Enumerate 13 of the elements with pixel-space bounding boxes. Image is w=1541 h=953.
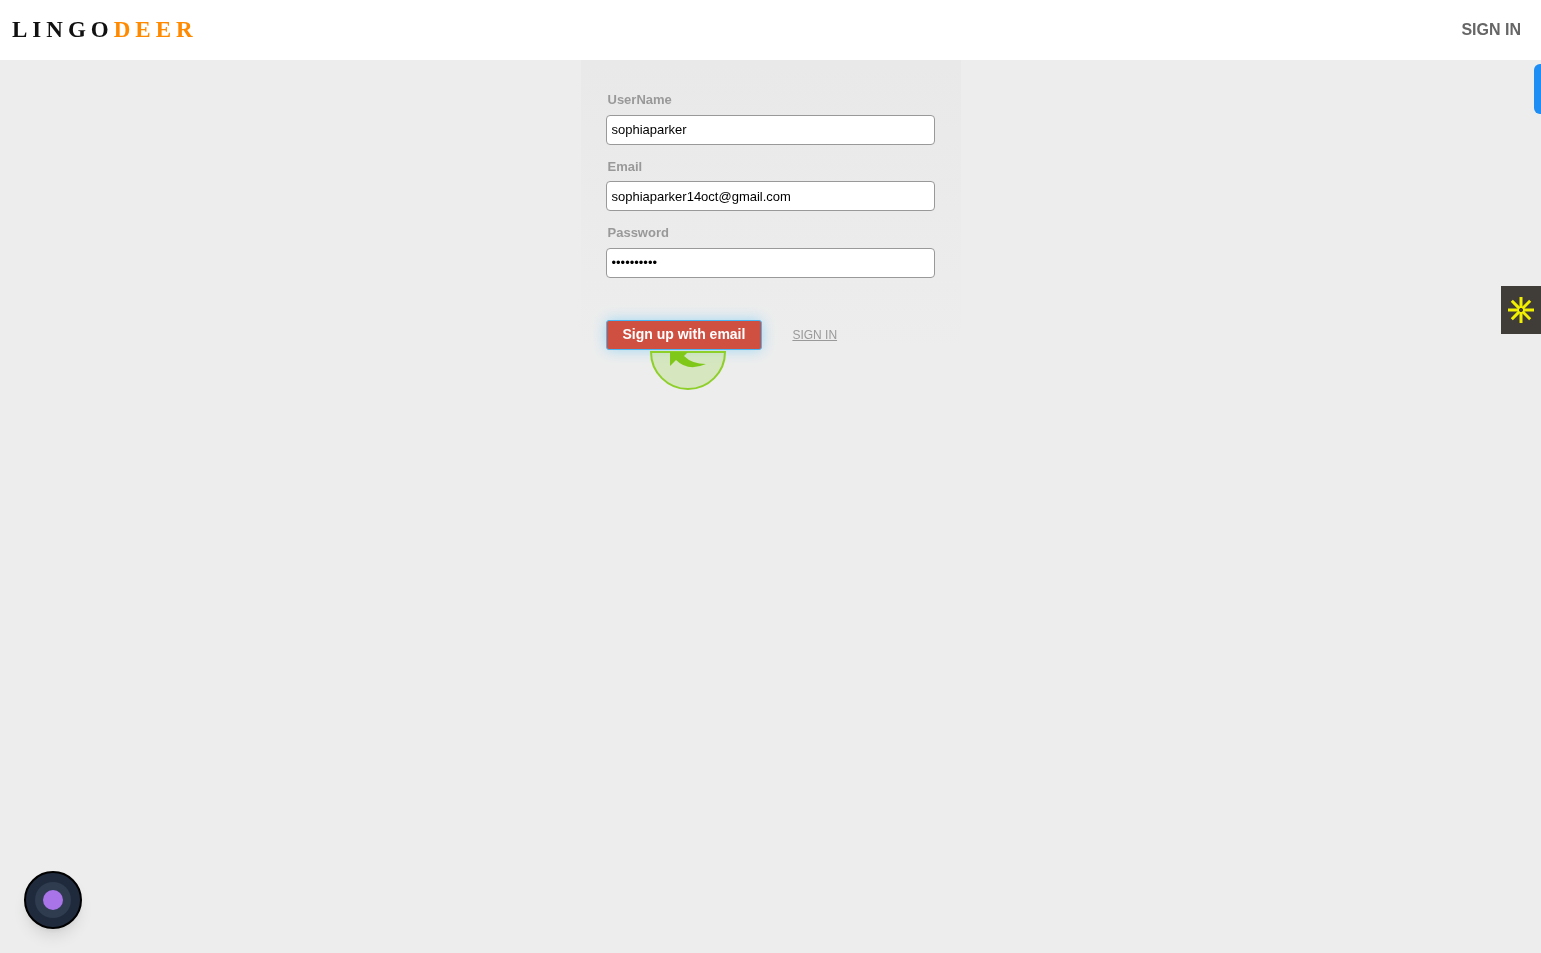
input-field[interactable]: sophiaparker14oct@gmail.com xyxy=(605,181,935,211)
side-tab[interactable] xyxy=(1534,64,1541,114)
input-field[interactable]: sophiaparker xyxy=(605,114,935,145)
logo[interactable]: LINGO DEER xyxy=(12,12,198,48)
field-label: UserName xyxy=(607,91,673,109)
input-field[interactable]: •••••••••• xyxy=(605,247,935,278)
sign-in-link[interactable]: SIGN IN xyxy=(1461,18,1521,42)
field-label: Email xyxy=(607,157,644,176)
asterisk-icon xyxy=(1507,296,1535,324)
assistant-button[interactable] xyxy=(24,871,82,929)
sign-up-button[interactable]: Sign up with email xyxy=(605,319,763,350)
field-label: Password xyxy=(607,224,670,242)
widget-button[interactable] xyxy=(1501,286,1541,334)
